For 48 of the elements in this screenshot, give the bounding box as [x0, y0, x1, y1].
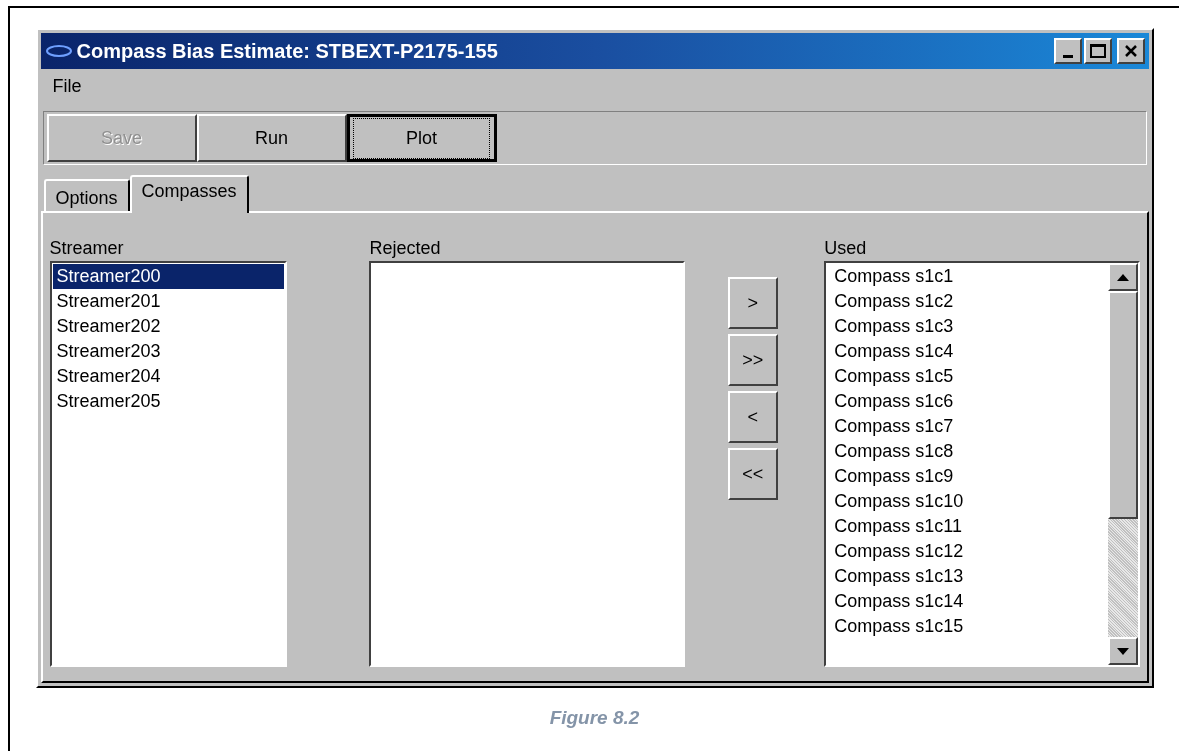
move-button[interactable]: >>: [727, 334, 778, 386]
menu-item[interactable]: File: [48, 72, 86, 100]
list-item[interactable]: Compass s1c8: [830, 439, 958, 464]
compass-icon: [44, 43, 73, 59]
list-item[interactable]: Compass s1c7: [830, 414, 958, 439]
list-item[interactable]: Compass s1c6: [830, 389, 958, 414]
scroll-up-button[interactable]: [1107, 263, 1138, 291]
scroll-thumb[interactable]: [1107, 291, 1138, 519]
list-item[interactable]: Streamer204: [52, 364, 165, 389]
list-item[interactable]: Compass s1c5: [830, 364, 958, 389]
toolbar-button[interactable]: Plot: [346, 114, 497, 162]
list-label: Streamer: [49, 237, 125, 259]
list-item[interactable]: Compass s1c10: [830, 489, 968, 514]
triangle-up-icon: [1116, 273, 1129, 281]
used-list[interactable]: Compass s1c1 Compass s1c2 Compass s1c3 Compass s1c4 Compass s1c5 Compass s1c6 Compass s1c7 Compass s1c8 Compass s1c9 Compass s1c10 Compass s1c11 Compass s1c12 Compass s1c13 Compass s1c14 Compass s1c15: [824, 261, 1140, 667]
list-item[interactable]: Compass s1c2: [830, 289, 958, 314]
list-item[interactable]: Streamer202: [52, 314, 165, 339]
move-button[interactable]: <: [727, 391, 778, 443]
list-item[interactable]: Streamer203: [52, 339, 165, 364]
tab[interactable]: Options: [43, 179, 130, 211]
list-item[interactable]: Compass s1c3: [830, 314, 958, 339]
list-label: Rejected: [369, 237, 442, 259]
list-item[interactable]: Compass s1c4: [830, 339, 958, 364]
tab[interactable]: Compasses: [129, 175, 249, 213]
list-item[interactable]: Compass s1c9: [830, 464, 958, 489]
triangle-down-icon: [1116, 647, 1129, 655]
list-item[interactable]: Streamer205: [52, 389, 165, 414]
move-button[interactable]: >: [727, 277, 778, 329]
list-label: Used: [824, 237, 868, 259]
figure-caption: Figure 8.2: [549, 706, 640, 730]
toolbar-button[interactable]: Run: [196, 114, 347, 162]
list-item[interactable]: Streamer201: [52, 289, 165, 314]
list-item[interactable]: Compass s1c11: [830, 514, 966, 539]
streamer-list[interactable]: Streamer200 Streamer201 Streamer202 Streamer203 Streamer204 Streamer205: [49, 261, 288, 667]
list-item[interactable]: Compass s1c15: [830, 614, 968, 639]
list-item[interactable]: Compass s1c14: [830, 589, 968, 614]
list-item[interactable]: Compass s1c1: [830, 264, 958, 289]
close-icon: [1123, 44, 1138, 58]
list-item[interactable]: Streamer200: [52, 264, 285, 289]
scrollbar[interactable]: [1107, 263, 1138, 665]
maximize-button[interactable]: [1083, 38, 1112, 64]
list-item[interactable]: Compass s1c12: [830, 539, 968, 564]
scroll-down-button[interactable]: [1107, 637, 1138, 665]
minimize-button[interactable]: [1053, 38, 1082, 64]
list-item[interactable]: Compass s1c13: [830, 564, 968, 589]
close-button[interactable]: [1116, 38, 1145, 64]
move-button[interactable]: <<: [727, 448, 778, 500]
window-title: Compass Bias Estimate: STBEXT-P2175-155: [76, 39, 498, 64]
